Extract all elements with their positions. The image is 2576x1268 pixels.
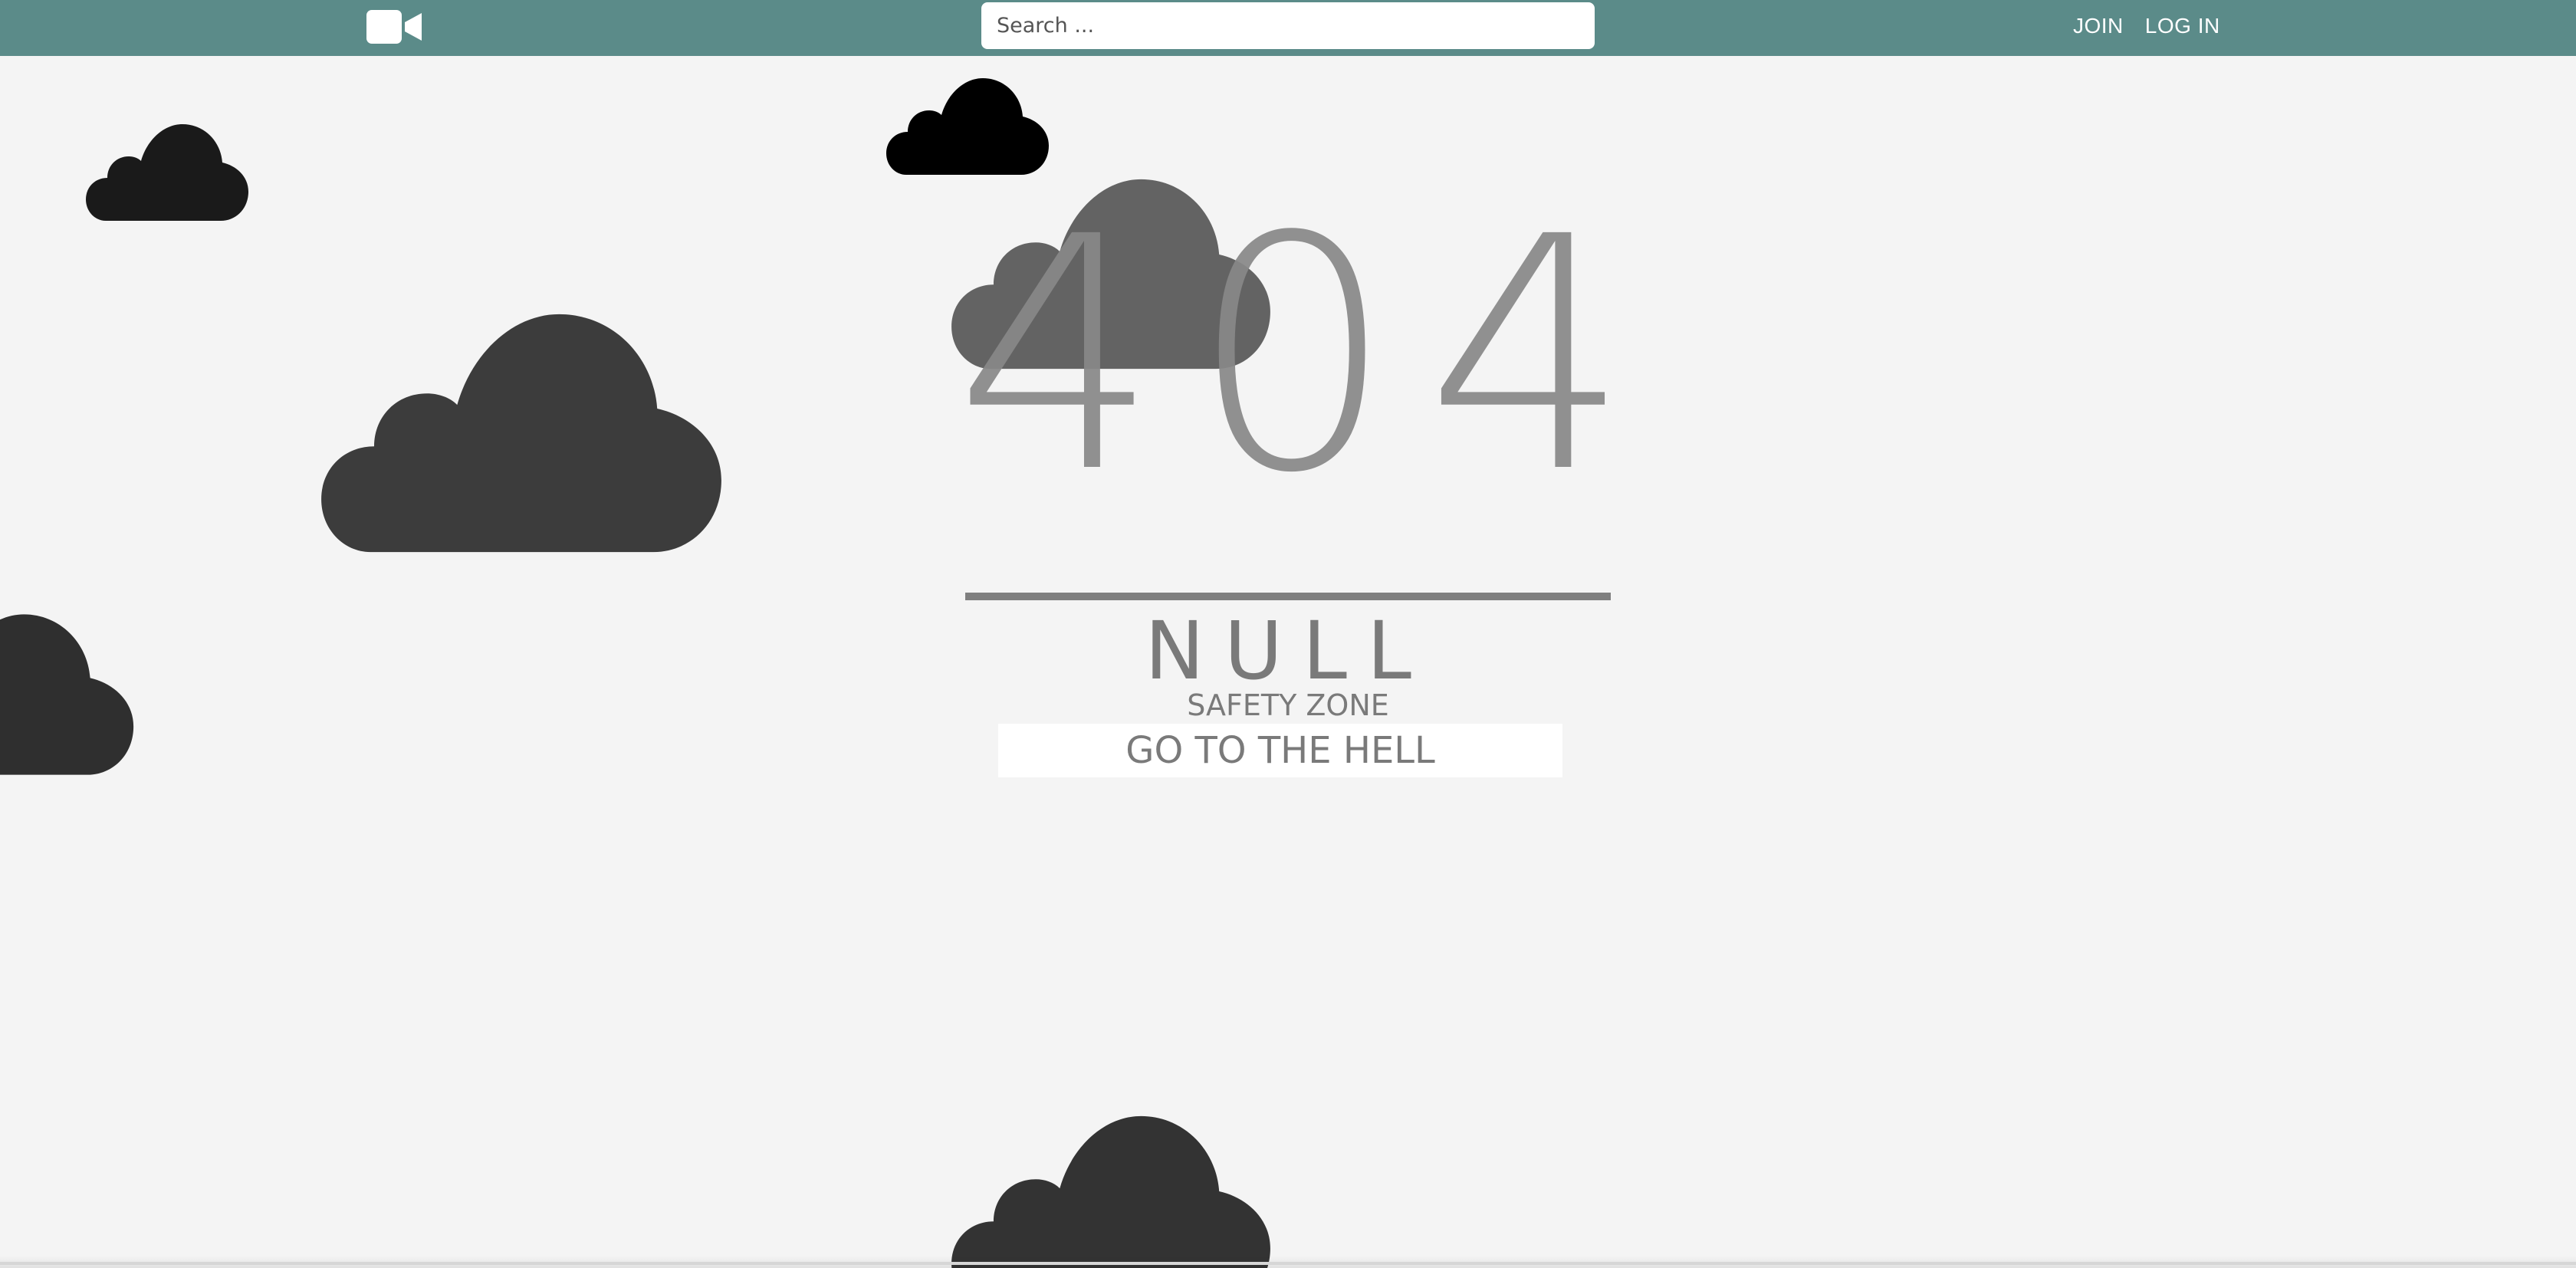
join-link[interactable]: JOIN [2073, 14, 2124, 38]
cloud-icon [321, 314, 721, 553]
bottom-edge [0, 1262, 2576, 1265]
error-404-page: JOIN LOG IN 404 NULL SAFETY ZONE GO TO T… [0, 0, 2576, 1268]
divider [965, 593, 1611, 600]
cloud-icon [951, 1115, 1270, 1268]
search-input[interactable] [981, 2, 1595, 49]
top-navbar: JOIN LOG IN [0, 0, 2576, 56]
go-to-hell-button[interactable]: GO TO THE HELL [998, 724, 1562, 777]
cloud-icon [886, 78, 1049, 175]
video-camera-icon[interactable] [366, 10, 422, 44]
cloud-icon [0, 614, 134, 775]
error-code: 404 [955, 169, 1661, 544]
error-title: NULL [1145, 604, 1431, 698]
auth-links: JOIN LOG IN [2073, 11, 2220, 41]
login-link[interactable]: LOG IN [2145, 14, 2220, 38]
cloud-icon [86, 124, 248, 221]
error-subtitle: SAFETY ZONE [1187, 688, 1389, 722]
